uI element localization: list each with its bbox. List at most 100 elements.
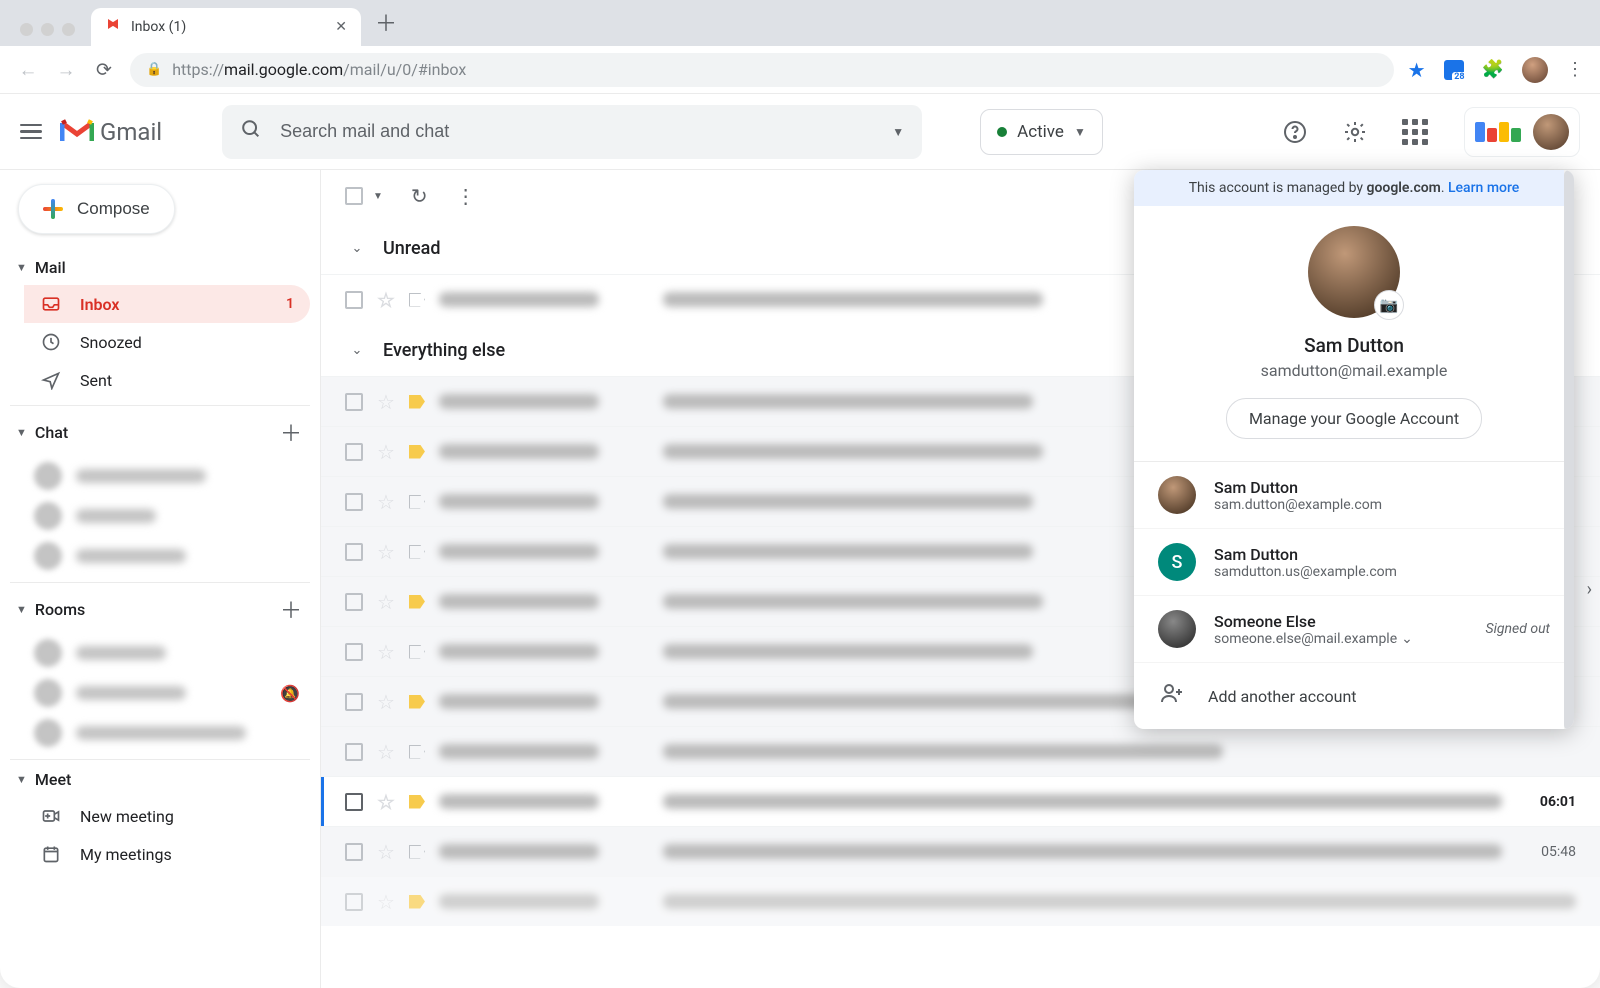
switch-account-row[interactable]: Someone Elsesomeone.else@mail.example ⌄ …: [1134, 596, 1574, 663]
section-rooms[interactable]: ▼ Rooms ＋: [10, 585, 310, 633]
mail-row[interactable]: ☆06:01: [321, 776, 1600, 826]
row-checkbox[interactable]: [345, 843, 363, 861]
add-account-button[interactable]: Add another account: [1134, 663, 1574, 729]
row-checkbox[interactable]: [345, 291, 363, 309]
chat-contact[interactable]: [24, 456, 310, 496]
learn-more-link[interactable]: Learn more: [1448, 180, 1519, 196]
account-avatar[interactable]: [1533, 114, 1569, 150]
reload-icon[interactable]: ⟳: [92, 58, 116, 81]
row-checkbox[interactable]: [345, 543, 363, 561]
star-icon[interactable]: ☆: [377, 790, 395, 814]
row-checkbox[interactable]: [345, 693, 363, 711]
search-icon: [240, 118, 262, 145]
star-icon[interactable]: ☆: [377, 440, 395, 464]
star-icon[interactable]: ☆: [377, 740, 395, 764]
star-icon[interactable]: ☆: [377, 490, 395, 514]
star-icon[interactable]: ☆: [377, 840, 395, 864]
status-selector[interactable]: Active ▼: [980, 109, 1103, 155]
row-checkbox[interactable]: [345, 593, 363, 611]
browser-menu-icon[interactable]: ⋮: [1566, 59, 1584, 80]
nav-sent[interactable]: Sent: [24, 361, 310, 399]
chat-contact[interactable]: [24, 496, 310, 536]
extension-badge-icon[interactable]: [1444, 60, 1464, 80]
importance-icon[interactable]: [409, 545, 425, 559]
back-icon[interactable]: ←: [16, 58, 40, 82]
search-bar[interactable]: ▼: [222, 105, 922, 159]
support-icon[interactable]: [1282, 119, 1308, 145]
star-icon[interactable]: ☆: [377, 690, 395, 714]
room-item[interactable]: [24, 713, 310, 753]
browser-tab[interactable]: Inbox (1) ✕: [91, 8, 361, 46]
close-tab-icon[interactable]: ✕: [335, 19, 347, 35]
importance-icon[interactable]: [409, 293, 425, 307]
star-icon[interactable]: ☆: [377, 590, 395, 614]
importance-icon[interactable]: [409, 795, 425, 809]
row-checkbox[interactable]: [345, 493, 363, 511]
nav-new-meeting[interactable]: New meeting: [24, 797, 310, 835]
bookmark-star-icon[interactable]: ★: [1408, 58, 1426, 82]
star-icon[interactable]: ☆: [377, 540, 395, 564]
manage-account-button[interactable]: Manage your Google Account: [1226, 398, 1482, 439]
select-all-checkbox[interactable]: [345, 187, 363, 205]
row-checkbox[interactable]: [345, 743, 363, 761]
importance-icon[interactable]: [409, 745, 425, 759]
google-apps-icon[interactable]: [1402, 119, 1428, 145]
row-checkbox[interactable]: [345, 443, 363, 461]
minimize-window-icon[interactable]: [41, 23, 54, 36]
nav-inbox[interactable]: Inbox 1: [24, 285, 310, 323]
more-actions-icon[interactable]: ⋮: [456, 184, 476, 208]
close-window-icon[interactable]: [20, 23, 33, 36]
star-icon[interactable]: ☆: [377, 640, 395, 664]
main-menu-icon[interactable]: [20, 124, 42, 140]
mail-row[interactable]: ☆: [321, 726, 1600, 776]
mute-icon[interactable]: 🔕: [280, 684, 300, 703]
row-checkbox[interactable]: [345, 643, 363, 661]
section-mail[interactable]: ▼ Mail: [10, 250, 310, 285]
mail-row[interactable]: ☆: [321, 876, 1600, 926]
refresh-icon[interactable]: ↻: [411, 184, 428, 208]
section-meet[interactable]: ▼ Meet: [10, 762, 310, 797]
importance-icon[interactable]: [409, 495, 425, 509]
gmail-logo[interactable]: Gmail: [60, 118, 162, 146]
importance-icon[interactable]: [409, 595, 425, 609]
window-controls[interactable]: [20, 23, 75, 36]
address-bar[interactable]: 🔒 https://mail.google.com/mail/u/0/#inbo…: [130, 53, 1394, 87]
room-item[interactable]: 🔕: [24, 673, 310, 713]
importance-icon[interactable]: [409, 645, 425, 659]
importance-icon[interactable]: [409, 845, 425, 859]
importance-icon[interactable]: [409, 895, 425, 909]
change-photo-icon[interactable]: 📷: [1374, 290, 1404, 320]
forward-icon[interactable]: →: [54, 58, 78, 82]
add-chat-icon[interactable]: ＋: [278, 416, 304, 448]
importance-icon[interactable]: [409, 445, 425, 459]
row-checkbox[interactable]: [345, 393, 363, 411]
star-icon[interactable]: ☆: [377, 890, 395, 914]
mail-row[interactable]: ☆05:48: [321, 826, 1600, 876]
row-checkbox[interactable]: [345, 893, 363, 911]
search-input[interactable]: [280, 121, 874, 142]
scrollbar[interactable]: [1564, 170, 1574, 729]
search-options-icon[interactable]: ▼: [892, 125, 904, 139]
nav-snoozed[interactable]: Snoozed: [24, 323, 310, 361]
new-tab-button[interactable]: ＋: [375, 6, 397, 38]
importance-icon[interactable]: [409, 695, 425, 709]
maximize-window-icon[interactable]: [62, 23, 75, 36]
section-chat[interactable]: ▼ Chat ＋: [10, 408, 310, 456]
nav-my-meetings[interactable]: My meetings: [24, 835, 310, 873]
settings-gear-icon[interactable]: [1342, 119, 1368, 145]
workspace-switcher[interactable]: [1464, 107, 1580, 157]
add-room-icon[interactable]: ＋: [278, 593, 304, 625]
star-icon[interactable]: ☆: [377, 288, 395, 312]
extensions-icon[interactable]: 🧩: [1482, 59, 1504, 80]
row-checkbox[interactable]: [345, 793, 363, 811]
room-item[interactable]: [24, 633, 310, 673]
star-icon[interactable]: ☆: [377, 390, 395, 414]
chat-contact[interactable]: [24, 536, 310, 576]
side-panel-toggle-icon[interactable]: ›: [1587, 579, 1592, 600]
compose-button[interactable]: Compose: [18, 184, 175, 234]
profile-avatar-icon[interactable]: [1522, 57, 1548, 83]
switch-account-row[interactable]: Sam Duttonsam.dutton@example.com: [1134, 462, 1574, 529]
importance-icon[interactable]: [409, 395, 425, 409]
select-dropdown-icon[interactable]: ▼: [373, 191, 383, 202]
switch-account-row[interactable]: S Sam Duttonsamdutton.us@example.com: [1134, 529, 1574, 596]
